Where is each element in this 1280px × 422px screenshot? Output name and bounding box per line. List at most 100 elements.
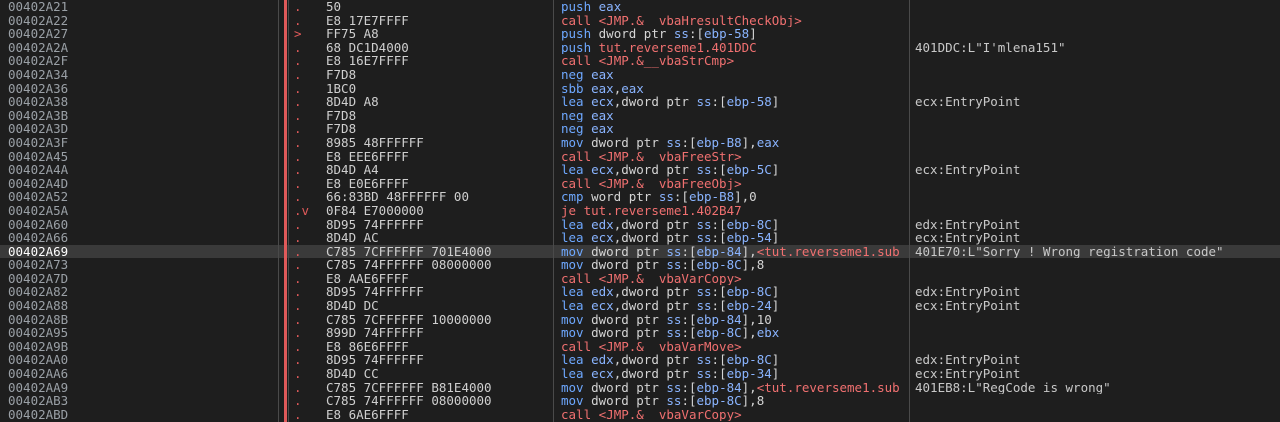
disassembly-row[interactable]: 00402A4A. 8D4D A4 lea ecx,dword ptr ss:[eb… [0,163,1280,177]
instruction-cell[interactable]: mov dword ptr ss:[ebp-84],<tut.reverseme… [561,381,909,395]
instruction-cell[interactable]: lea ecx,dword ptr ss:[ebp-58] [561,95,909,109]
opcode-bytes-cell[interactable]: E8 AAE6FFFF [326,272,552,286]
comment-cell[interactable]: edx:EntryPoint [915,218,1245,232]
disassembly-row[interactable]: 00402A9B. E8 86E6FFFF call <JMP.&__vbaVarM… [0,340,1280,354]
address-cell[interactable]: 00402A82 [8,285,278,299]
disassembly-row[interactable]: 00402A3B. F7D8 neg eax [0,109,1280,123]
opcode-bytes-cell[interactable]: E8 17E7FFFF [326,14,552,28]
instruction-cell[interactable]: lea edx,dword ptr ss:[ebp-8C] [561,218,909,232]
address-cell[interactable]: 00402AA6 [8,367,278,381]
comment-cell[interactable]: edx:EntryPoint [915,353,1245,367]
opcode-bytes-cell[interactable]: FF75 A8 [326,27,552,41]
address-cell[interactable]: 00402A66 [8,231,278,245]
instruction-cell[interactable]: mov dword ptr ss:[ebp-8C],8 [561,258,909,272]
opcode-bytes-cell[interactable]: C785 74FFFFFF 08000000 [326,258,552,272]
address-cell[interactable]: 00402A5A [8,204,278,218]
instruction-cell[interactable]: neg eax [561,68,909,82]
opcode-bytes-cell[interactable]: 899D 74FFFFFF [326,326,552,340]
opcode-bytes-cell[interactable]: E8 16E7FFFF [326,54,552,68]
opcode-bytes-cell[interactable]: 8D4D A8 [326,95,552,109]
disassembly-row[interactable]: 00402AA0. 8D95 74FFFFFF lea edx,dword ptr … [0,353,1280,367]
instruction-cell[interactable]: lea ecx,dword ptr ss:[ebp-34] [561,367,909,381]
instruction-cell[interactable]: mov dword ptr ss:[ebp-8C],ebx [561,326,909,340]
comment-cell[interactable]: 401EB8:L"RegCode is wrong" [915,381,1245,395]
instruction-cell[interactable]: sbb eax,eax [561,82,909,96]
opcode-bytes-cell[interactable]: 50 [326,0,552,14]
disassembly-row[interactable]: 00402A73. C785 74FFFFFF 08000000 mov dword… [0,258,1280,272]
disassembly-row[interactable]: 00402AB3. C785 74FFFFFF 08000000 mov dword… [0,394,1280,408]
address-cell[interactable]: 00402A2F [8,54,278,68]
opcode-bytes-cell[interactable]: E8 E0E6FFFF [326,177,552,191]
address-cell[interactable]: 00402A3F [8,136,278,150]
disassembly-row[interactable]: 00402A36. 1BC0 sbb eax,eax [0,82,1280,96]
address-cell[interactable]: 00402A4D [8,177,278,191]
disassembly-row[interactable]: 00402A60. 8D95 74FFFFFF lea edx,dword ptr … [0,218,1280,232]
opcode-bytes-cell[interactable]: C785 7CFFFFFF B81E4000 [326,381,552,395]
instruction-cell[interactable]: call <JMP.&__vbaVarCopy> [561,408,909,422]
opcode-bytes-cell[interactable]: C785 74FFFFFF 08000000 [326,394,552,408]
opcode-bytes-cell[interactable]: 8D95 74FFFFFF [326,285,552,299]
disassembly-row[interactable]: 00402A38. 8D4D A8 lea ecx,dword ptr ss:[eb… [0,95,1280,109]
address-cell[interactable]: 00402AA0 [8,353,278,367]
disassembly-row[interactable]: 00402AA6. 8D4D CC lea ecx,dword ptr ss:[eb… [0,367,1280,381]
instruction-cell[interactable]: je tut.reverseme1.402B47 [561,204,909,218]
disassembly-row[interactable]: 00402A3F. 8985 48FFFFFF mov dword ptr ss:[… [0,136,1280,150]
address-cell[interactable]: 00402AA9 [8,381,278,395]
opcode-bytes-cell[interactable]: 68 DC1D4000 [326,41,552,55]
instruction-cell[interactable]: push dword ptr ss:[ebp-58] [561,27,909,41]
address-cell[interactable]: 00402A38 [8,95,278,109]
instruction-cell[interactable]: lea edx,dword ptr ss:[ebp-8C] [561,353,909,367]
comment-cell[interactable]: ecx:EntryPoint [915,95,1245,109]
address-cell[interactable]: 00402A3D [8,122,278,136]
instruction-cell[interactable]: call <JMP.&__vbaFreeStr> [561,150,909,164]
address-cell[interactable]: 00402A36 [8,82,278,96]
address-cell[interactable]: 00402A73 [8,258,278,272]
instruction-cell[interactable]: lea ecx,dword ptr ss:[ebp-24] [561,299,909,313]
disassembly-row[interactable]: 00402A88. 8D4D DC lea ecx,dword ptr ss:[eb… [0,299,1280,313]
disassembly-row[interactable]: 00402A22. E8 17E7FFFF call <JMP.&__vbaHres… [0,14,1280,28]
comment-cell[interactable]: 401E70:L"Sorry ! Wrong registration code… [915,245,1245,259]
disassembly-row[interactable]: 00402ABD. E8 6AE6FFFF call <JMP.&__vbaVarC… [0,408,1280,422]
disassembly-row[interactable]: 00402AA9. C785 7CFFFFFF B81E4000 mov dword… [0,381,1280,395]
disassembly-row[interactable]: 00402A52. 66:83BD 48FFFFFF 00 cmp word ptr… [0,190,1280,204]
instruction-cell[interactable]: cmp word ptr ss:[ebp-B8],0 [561,190,909,204]
instruction-cell[interactable]: call <JMP.&__vbaStrCmp> [561,54,909,68]
instruction-cell[interactable]: push tut.reverseme1.401DDC [561,41,909,55]
disassembly-row[interactable]: 00402A34. F7D8 neg eax [0,68,1280,82]
opcode-bytes-cell[interactable]: E8 EEE6FFFF [326,150,552,164]
address-cell[interactable]: 00402A7D [8,272,278,286]
opcode-bytes-cell[interactable]: 8D4D DC [326,299,552,313]
instruction-cell[interactable]: call <JMP.&__vbaVarMove> [561,340,909,354]
disassembly-row-selected[interactable]: 00402A69. C785 7CFFFFFF 701E4000 mov dword… [0,244,1280,259]
address-cell[interactable]: 00402A21 [8,0,278,14]
instruction-cell[interactable]: lea edx,dword ptr ss:[ebp-8C] [561,285,909,299]
opcode-bytes-cell[interactable]: 8D95 74FFFFFF [326,218,552,232]
instruction-cell[interactable]: lea ecx,dword ptr ss:[ebp-5C] [561,163,909,177]
instruction-cell[interactable]: call <JMP.&__vbaVarCopy> [561,272,909,286]
instruction-cell[interactable]: call <JMP.&__vbaHresultCheckObj> [561,14,909,28]
address-cell[interactable]: 00402A34 [8,68,278,82]
instruction-cell[interactable]: neg eax [561,122,909,136]
instruction-cell[interactable]: mov dword ptr ss:[ebp-8C],8 [561,394,909,408]
address-cell[interactable]: 00402A22 [8,14,278,28]
address-cell[interactable]: 00402ABD [8,408,278,422]
disassembly-row[interactable]: 00402A82. 8D95 74FFFFFF lea edx,dword ptr … [0,285,1280,299]
address-cell[interactable]: 00402A88 [8,299,278,313]
disassembly-row[interactable]: 00402A4D. E8 E0E6FFFF call <JMP.&__vbaFree… [0,177,1280,191]
opcode-bytes-cell[interactable]: F7D8 [326,109,552,123]
instruction-cell[interactable]: push eax [561,0,909,14]
address-cell[interactable]: 00402A60 [8,218,278,232]
opcode-bytes-cell[interactable]: 8D4D CC [326,367,552,381]
comment-cell[interactable]: ecx:EntryPoint [915,367,1245,381]
disassembly-row[interactable]: 00402A21. 50 push eax [0,0,1280,14]
opcode-bytes-cell[interactable]: 66:83BD 48FFFFFF 00 [326,190,552,204]
opcode-bytes-cell[interactable]: 1BC0 [326,82,552,96]
opcode-bytes-cell[interactable]: 8985 48FFFFFF [326,136,552,150]
disassembly-row[interactable]: 00402A8B. C785 7CFFFFFF 10000000 mov dword… [0,313,1280,327]
opcode-bytes-cell[interactable]: C785 7CFFFFFF 10000000 [326,313,552,327]
opcode-bytes-cell[interactable]: E8 86E6FFFF [326,340,552,354]
opcode-bytes-cell[interactable]: 8D95 74FFFFFF [326,353,552,367]
address-cell[interactable]: 00402AB3 [8,394,278,408]
instruction-cell[interactable]: mov dword ptr ss:[ebp-84],<tut.reverseme… [561,245,909,259]
disassembly-row[interactable]: 00402A2F. E8 16E7FFFF call <JMP.&__vbaStrC… [0,54,1280,68]
